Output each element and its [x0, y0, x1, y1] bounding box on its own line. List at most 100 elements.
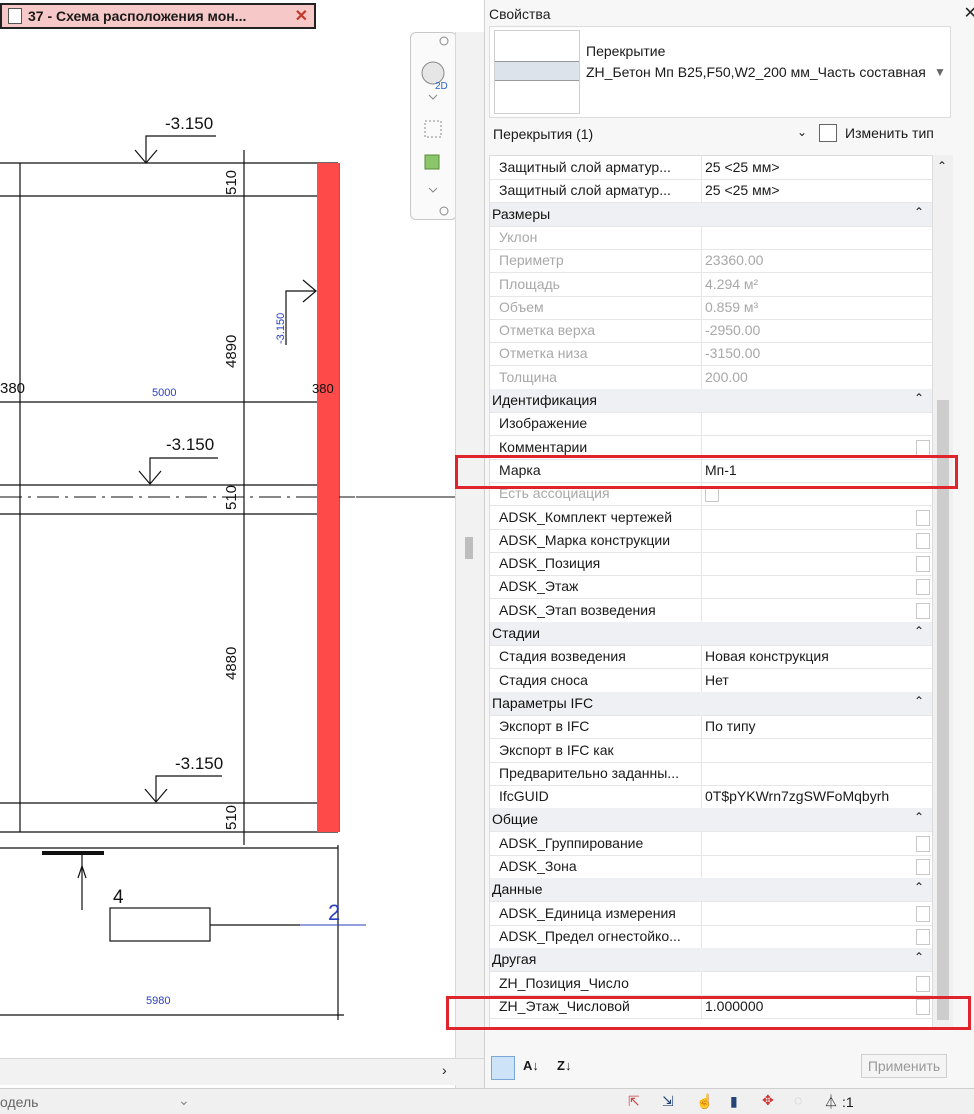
property-row[interactable]: Защитный слой арматур... 25 <25 мм> — [490, 156, 932, 180]
property-row[interactable]: Предварительно заданны... — [490, 761, 932, 786]
property-row[interactable]: Толщина 200.00 — [490, 365, 932, 390]
property-value[interactable]: 25 <25 мм> — [705, 159, 905, 175]
collapse-icon[interactable]: ⌃ — [914, 694, 924, 708]
checkbox[interactable] — [916, 975, 930, 992]
property-row[interactable]: Защитный слой арматур... 25 <25 мм> — [490, 179, 932, 204]
property-row[interactable]: ADSK_Этап возведения — [490, 598, 932, 623]
edit-type-button[interactable]: Изменить тип — [845, 125, 934, 141]
property-group[interactable]: Другая ⌃ — [490, 948, 932, 973]
collapse-icon[interactable]: ⌃ — [914, 950, 924, 964]
select-by-face-icon[interactable]: ▮ — [730, 1093, 738, 1110]
properties-scroll-thumb[interactable] — [937, 400, 949, 1020]
checkbox[interactable] — [916, 556, 930, 573]
property-value[interactable]: -3150.00 — [705, 345, 905, 361]
checkbox[interactable] — [916, 509, 930, 526]
property-row[interactable]: Уклон — [490, 225, 932, 250]
property-value[interactable]: Нет — [705, 672, 905, 688]
svg-text:4880: 4880 — [223, 647, 240, 680]
chevron-down-icon[interactable]: ⌄ — [797, 125, 807, 139]
property-label: IfcGUID — [499, 788, 549, 805]
property-group[interactable]: Общие ⌃ — [490, 808, 932, 833]
property-row[interactable]: ADSK_Комплект чертежей — [490, 505, 932, 530]
close-icon[interactable]: ✕ — [964, 3, 974, 23]
scroll-up-icon[interactable]: ⌃ — [937, 159, 947, 173]
checkbox[interactable] — [916, 532, 930, 549]
column-divider — [701, 365, 702, 389]
checkbox[interactable] — [916, 859, 930, 875]
checkbox[interactable] — [916, 928, 930, 945]
property-row[interactable]: ADSK_Позиция — [490, 552, 932, 577]
properties-grid[interactable]: Защитный слой арматур... 25 <25 мм> Защитн… — [489, 155, 933, 1029]
document-tab[interactable]: 37 - Схема расположения мон... ✕ — [0, 3, 316, 29]
edit-type-icon[interactable] — [819, 124, 837, 142]
select-underlay-icon[interactable]: ⇲ — [662, 1093, 674, 1110]
property-group[interactable]: Параметры IFC ⌃ — [490, 691, 932, 716]
property-row[interactable]: ADSK_Группирование — [490, 831, 932, 856]
scroll-right-icon[interactable]: › — [442, 1062, 447, 1078]
property-row[interactable]: Изображение — [490, 412, 932, 437]
checkbox[interactable] — [916, 602, 930, 619]
property-value[interactable]: 0T$pYKWrn7zgSWFoMqbyrh — [705, 788, 905, 804]
checkbox[interactable] — [916, 579, 930, 596]
property-row[interactable]: ADSK_Предел огнестойко... — [490, 924, 932, 949]
select-links-icon[interactable]: ⇱ — [628, 1093, 640, 1110]
property-row[interactable]: Стадия сноса Нет — [490, 668, 932, 693]
property-row[interactable]: Отметка низа -3150.00 — [490, 342, 932, 367]
checkbox[interactable] — [916, 439, 930, 456]
checkbox[interactable] — [916, 835, 930, 852]
property-row[interactable]: IfcGUID 0T$pYKWrn7zgSWFoMqbyrh — [490, 785, 932, 810]
property-group[interactable]: Размеры ⌃ — [490, 202, 932, 227]
property-value[interactable]: -2950.00 — [705, 322, 905, 338]
close-icon[interactable]: ✕ — [295, 6, 308, 26]
categorize-icon[interactable] — [491, 1056, 515, 1080]
chevron-down-icon[interactable]: ▼ — [934, 65, 946, 79]
drawing-vertical-scrollbar[interactable] — [455, 32, 485, 1088]
property-value[interactable]: 0.859 м³ — [705, 299, 905, 315]
instance-filter-dropdown[interactable]: Перекрытия (1) — [493, 126, 593, 142]
drawing-horizontal-scrollbar[interactable]: › — [0, 1058, 484, 1085]
column-divider — [701, 342, 702, 366]
property-label: Уклон — [499, 228, 538, 245]
apply-button[interactable]: Применить — [861, 1054, 947, 1078]
property-value[interactable]: 23360.00 — [705, 252, 905, 268]
chevron-down-icon[interactable]: ⌄ — [178, 1092, 190, 1109]
property-row[interactable]: Объем 0.859 м³ — [490, 295, 932, 320]
property-row[interactable]: ADSK_Марка конструкции — [490, 528, 932, 553]
property-row[interactable]: Отметка верха -2950.00 — [490, 319, 932, 344]
property-row[interactable]: ZH_Позиция_Число — [490, 971, 932, 996]
type-selector[interactable]: Перекрытие ZH_Бетон Мп В25,F50,W2_200 мм… — [489, 26, 951, 118]
property-row[interactable]: ADSK_Зона — [490, 855, 932, 879]
property-row[interactable]: Экспорт в IFC как — [490, 738, 932, 763]
collapse-icon[interactable]: ⌃ — [914, 205, 924, 219]
collapse-icon[interactable]: ⌃ — [914, 880, 924, 894]
svg-text:-3.150: -3.150 — [275, 313, 287, 344]
sort-ascending-icon[interactable]: A↓ — [523, 1058, 539, 1073]
properties-title-bar: Свойства ✕ — [485, 3, 974, 25]
collapse-icon[interactable]: ⌃ — [914, 810, 924, 824]
property-row[interactable]: ADSK_Единица измерения — [490, 901, 932, 926]
drag-elements-icon[interactable]: ✥ — [762, 1092, 774, 1109]
property-row[interactable]: Экспорт в IFC По типу — [490, 715, 932, 740]
property-value[interactable]: Новая конструкция — [705, 648, 905, 664]
property-group[interactable]: Идентификация ⌃ — [490, 389, 932, 413]
property-value[interactable]: 200.00 — [705, 369, 905, 385]
property-row[interactable]: Периметр 23360.00 — [490, 249, 932, 274]
property-value[interactable]: По типу — [705, 718, 905, 734]
filter-icon[interactable]: ⏃ — [824, 1092, 838, 1112]
collapse-icon[interactable]: ⌃ — [914, 624, 924, 638]
select-pinned-icon[interactable]: ☝ — [696, 1093, 713, 1110]
sort-descending-icon[interactable]: Z↓ — [557, 1058, 571, 1073]
navigation-bar[interactable]: 2D — [410, 32, 457, 220]
column-divider — [701, 412, 702, 436]
property-group[interactable]: Данные ⌃ — [490, 878, 932, 903]
property-value[interactable]: 4.294 м² — [705, 276, 905, 292]
property-group[interactable]: Стадии ⌃ — [490, 622, 932, 646]
property-row[interactable]: Площадь 4.294 м² — [490, 272, 932, 297]
checkbox[interactable] — [916, 905, 930, 922]
property-row[interactable]: Стадия возведения Новая конструкция — [490, 645, 932, 670]
property-group-label: Размеры — [492, 205, 551, 222]
property-value[interactable]: 25 <25 мм> — [705, 182, 905, 198]
collapse-icon[interactable]: ⌃ — [914, 391, 924, 405]
highlight-floor-number-row — [446, 996, 971, 1030]
property-row[interactable]: ADSK_Этаж — [490, 575, 932, 600]
